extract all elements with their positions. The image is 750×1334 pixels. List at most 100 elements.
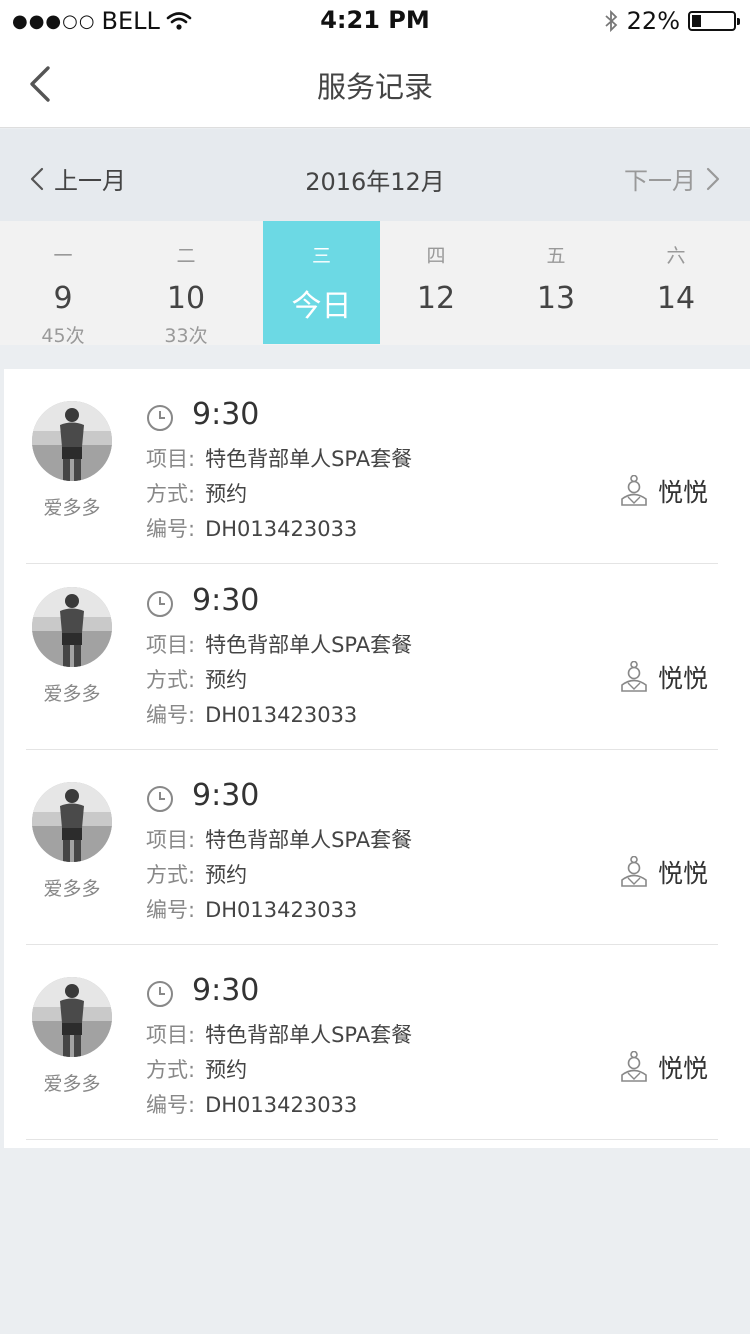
day-cell-today[interactable]: 三 今日	[263, 221, 380, 344]
item-label: 项目:	[146, 447, 196, 471]
number-value: DH013423033	[205, 703, 358, 727]
therapist-name: 悦悦	[657, 1054, 708, 1083]
record-item-line: 项目: 特色背部单人SPA套餐	[146, 443, 412, 473]
method-value: 预约	[205, 668, 248, 692]
weekday-label: 二	[176, 245, 196, 267]
record-item-line: 项目: 特色背部单人SPA套餐	[146, 629, 412, 659]
signal-strength-icon: ●●●○○	[12, 10, 96, 32]
item-label: 项目:	[146, 633, 196, 657]
back-button[interactable]	[22, 62, 66, 106]
record-item[interactable]: 爱多多 9:30 项目: 特色背部单人SPA套餐 方式: 预约 编号: DH01342…	[26, 369, 718, 564]
record-method-line: 方式: 预约	[146, 664, 247, 694]
item-value: 特色背部单人SPA套餐	[205, 828, 413, 852]
chevron-left-icon	[30, 167, 44, 190]
therapist-name: 悦悦	[657, 859, 708, 888]
customer-name: 爱多多	[43, 878, 101, 900]
carrier-group: ●●●○○ BELL	[12, 7, 192, 35]
method-label: 方式:	[146, 863, 196, 887]
day-cell[interactable]: 五 13	[496, 221, 616, 344]
day-cell[interactable]: 一 9 45次	[0, 221, 126, 347]
method-label: 方式:	[146, 482, 196, 506]
visit-count: 33次	[164, 325, 208, 347]
page-title: 服务记录	[316, 70, 433, 104]
therapist: 悦悦	[620, 473, 708, 509]
therapist-icon	[621, 1051, 647, 1082]
method-label: 方式:	[146, 668, 196, 692]
method-value: 预约	[205, 863, 248, 887]
date-number: 12	[416, 281, 456, 316]
record-time: 9:30	[192, 397, 260, 432]
therapist-name: 悦悦	[657, 478, 708, 507]
weekday-label: 六	[666, 245, 686, 267]
avatar	[32, 401, 112, 481]
customer-name: 爱多多	[43, 683, 101, 705]
record-number-line: 编号: DH013423033	[146, 1089, 357, 1119]
record-time: 9:30	[192, 778, 260, 813]
customer-name: 爱多多	[43, 1073, 101, 1095]
item-label: 项目:	[146, 1023, 196, 1047]
visit-count: 45次	[41, 325, 85, 347]
date-number: 14	[656, 281, 696, 316]
battery-icon	[688, 11, 740, 31]
item-value: 特色背部单人SPA套餐	[205, 447, 413, 471]
therapist-icon	[621, 661, 647, 692]
record-method-line: 方式: 预约	[146, 859, 247, 889]
method-label: 方式:	[146, 1058, 196, 1082]
method-value: 预约	[205, 1058, 248, 1082]
record-item[interactable]: 爱多多 9:30 项目: 特色背部单人SPA套餐 方式: 预约 编号: DH01342…	[26, 945, 718, 1140]
avatar	[32, 782, 112, 862]
status-right: 22%	[603, 7, 740, 35]
item-value: 特色背部单人SPA套餐	[205, 633, 413, 657]
item-label: 项目:	[146, 828, 196, 852]
record-method-line: 方式: 预约	[146, 1054, 247, 1084]
customer-name: 爱多多	[43, 497, 101, 519]
week-strip: 一 9 45次 二 10 33次 三 今日 四 12 五 13 六 14	[0, 221, 750, 347]
date-number: 13	[536, 281, 576, 316]
day-cell[interactable]: 四 12	[376, 221, 496, 344]
chevron-right-icon	[706, 167, 720, 190]
record-item[interactable]: 爱多多 9:30 项目: 特色背部单人SPA套餐 方式: 预约 编号: DH01342…	[26, 555, 718, 750]
therapist-name: 悦悦	[657, 664, 708, 693]
battery-level	[692, 15, 701, 27]
avatar-photo	[32, 977, 112, 1057]
avatar	[32, 587, 112, 667]
prev-month-button[interactable]: 上一月	[30, 161, 126, 196]
avatar	[32, 977, 112, 1057]
record-method-line: 方式: 预约	[146, 478, 247, 508]
avatar-photo	[32, 401, 112, 481]
item-value: 特色背部单人SPA套餐	[205, 1023, 413, 1047]
avatar-photo	[32, 587, 112, 667]
clock-icon	[147, 405, 173, 431]
number-label: 编号:	[146, 703, 196, 727]
record-item[interactable]: 爱多多 9:30 项目: 特色背部单人SPA套餐 方式: 预约 编号: DH01342…	[26, 750, 718, 945]
therapist-icon	[621, 475, 647, 506]
day-cell[interactable]: 二 10 33次	[126, 221, 246, 347]
chevron-left-icon	[30, 66, 50, 102]
status-bar: ●●●○○ BELL 4:21 PM 22%	[0, 0, 750, 40]
month-nav: 上一月 2016年12月 下一月	[0, 129, 750, 221]
clock-icon	[147, 786, 173, 812]
clock-icon	[147, 591, 173, 617]
number-value: DH013423033	[205, 517, 358, 541]
day-cell[interactable]: 六 14	[616, 221, 736, 344]
date-number: 9	[53, 281, 73, 316]
record-number-line: 编号: DH013423033	[146, 894, 357, 924]
weekday-label: 一	[53, 245, 73, 267]
carrier-name: BELL	[101, 7, 160, 35]
therapist: 悦悦	[620, 854, 708, 890]
clock-icon	[147, 981, 173, 1007]
weekday-label: 四	[426, 245, 446, 267]
method-value: 预约	[205, 482, 248, 506]
weekday-label: 五	[546, 245, 566, 267]
record-list: 爱多多 9:30 项目: 特色背部单人SPA套餐 方式: 预约 编号: DH01342…	[4, 369, 750, 1148]
record-item-line: 项目: 特色背部单人SPA套餐	[146, 824, 412, 854]
next-month-button[interactable]: 下一月	[624, 161, 720, 196]
next-month-label: 下一月	[624, 167, 696, 195]
wifi-icon	[166, 12, 192, 30]
record-time: 9:30	[192, 973, 260, 1008]
battery-percent: 22%	[626, 7, 680, 35]
record-number-line: 编号: DH013423033	[146, 513, 357, 543]
record-item-line: 项目: 特色背部单人SPA套餐	[146, 1019, 412, 1049]
bluetooth-icon	[605, 9, 617, 33]
date-number: 今日	[291, 289, 352, 324]
